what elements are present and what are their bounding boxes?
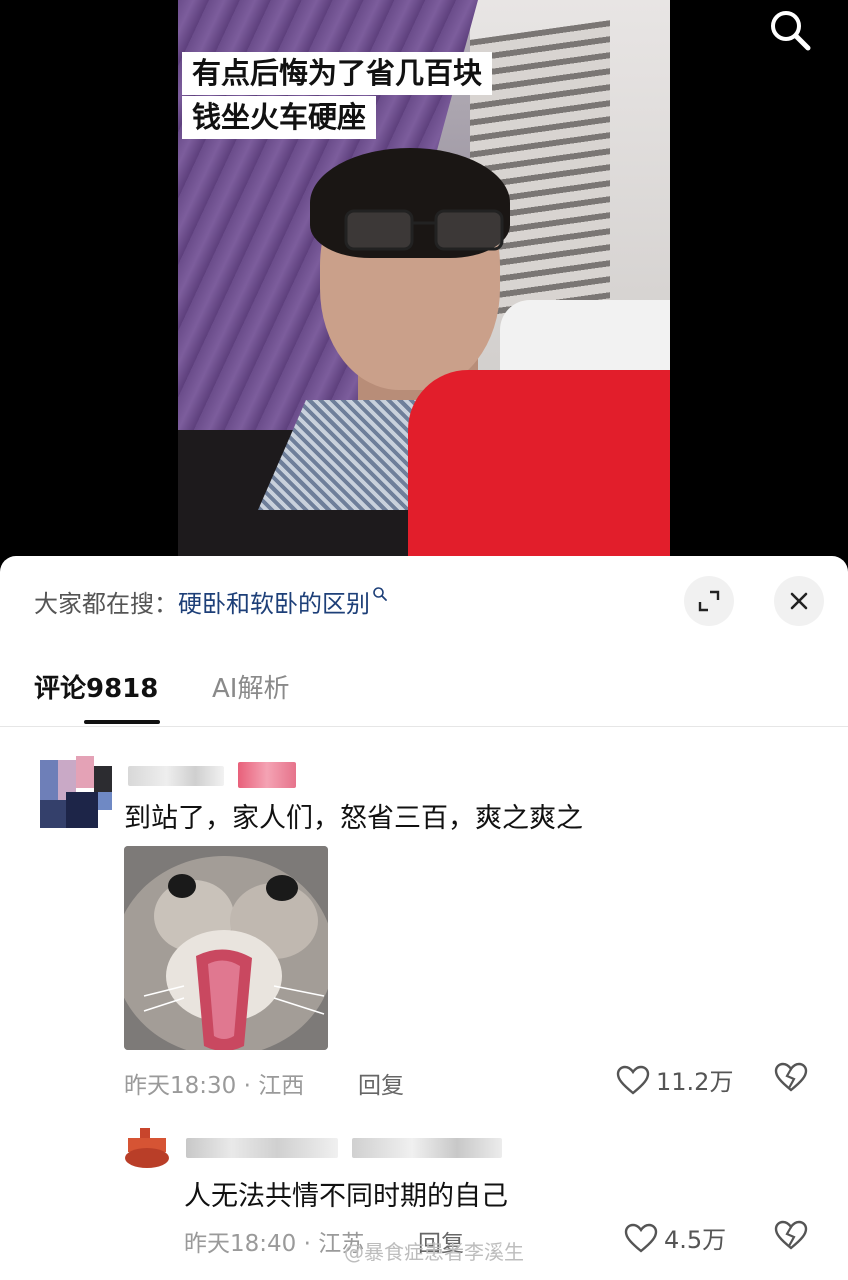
comment-time: 昨天18:30: [124, 1073, 237, 1099]
reply-to-username-blurred: [352, 1138, 502, 1158]
user-badge-blurred: [238, 762, 296, 788]
search-suggestion-prefix: 大家都在搜：: [34, 590, 178, 618]
active-tab-indicator: [84, 720, 160, 724]
heart-icon: [624, 1223, 658, 1253]
reply-meta: 昨天18:40 · 江苏: [184, 1224, 364, 1258]
comment-tabs: 评论9818 AI解析: [0, 668, 848, 727]
comment-location: 江西: [258, 1073, 305, 1099]
reply-dislike-button[interactable]: [774, 1220, 808, 1255]
reply-time: 昨天18:40: [184, 1231, 297, 1257]
comments-sheet: 大家都在搜：硬卧和软卧的区别 评论9818 AI解析 到站了，家人们，怒省三百，…: [0, 556, 848, 1280]
comment-text: 到站了，家人们，怒省三百，爽之爽之: [124, 803, 583, 834]
dislike-button[interactable]: [774, 1062, 808, 1097]
close-icon: [790, 592, 808, 610]
reply-like-count: 4.5万: [664, 1226, 727, 1254]
search-icon: [771, 11, 811, 51]
broken-heart-icon: [774, 1062, 808, 1092]
glasses-shape: [344, 209, 504, 251]
video-caption: 有点后悔为了省几百块 钱坐火车硬座: [182, 52, 493, 140]
tab-comments[interactable]: 评论9818: [34, 668, 158, 705]
meta-separator: ·: [243, 1073, 251, 1099]
meta-separator: ·: [303, 1231, 311, 1257]
close-button[interactable]: [774, 576, 824, 626]
watermark: @暴食症患者李溪生: [344, 1240, 524, 1264]
video-player[interactable]: 有点后悔为了省几百块 钱坐火车硬座: [0, 0, 848, 560]
reply-avatar[interactable]: [124, 1128, 170, 1168]
username-blurred[interactable]: [128, 766, 224, 786]
like-button[interactable]: 11.2万: [616, 1062, 733, 1097]
video-scene-red-bag: [408, 370, 670, 556]
search-icon: [373, 587, 387, 601]
video-search-button[interactable]: [766, 6, 814, 54]
expand-icon: [698, 590, 720, 612]
reply-button[interactable]: 回复: [358, 1066, 404, 1100]
heart-icon: [616, 1065, 650, 1095]
reply-text: 人无法共情不同时期的自己: [184, 1181, 508, 1212]
comment-image-cat[interactable]: [124, 846, 328, 1050]
broken-heart-icon: [774, 1220, 808, 1250]
search-suggestion-link[interactable]: 硬卧和软卧的区别: [178, 590, 370, 618]
caption-line-1: 有点后悔为了省几百块: [182, 52, 493, 95]
expand-button[interactable]: [684, 576, 734, 626]
reply-avatar-image: [125, 1128, 169, 1168]
like-count: 11.2万: [656, 1068, 734, 1096]
cat-image: [124, 846, 328, 1050]
reply-like-button[interactable]: 4.5万: [624, 1220, 726, 1255]
comment-meta: 昨天18:30 · 江西: [124, 1066, 304, 1100]
reply-username-blurred[interactable]: [186, 1138, 338, 1158]
tab-ai-analysis[interactable]: AI解析: [212, 668, 289, 705]
search-suggestion[interactable]: 大家都在搜：硬卧和软卧的区别: [34, 584, 388, 619]
caption-line-2: 钱坐火车硬座: [182, 96, 377, 139]
avatar[interactable]: [40, 756, 112, 828]
